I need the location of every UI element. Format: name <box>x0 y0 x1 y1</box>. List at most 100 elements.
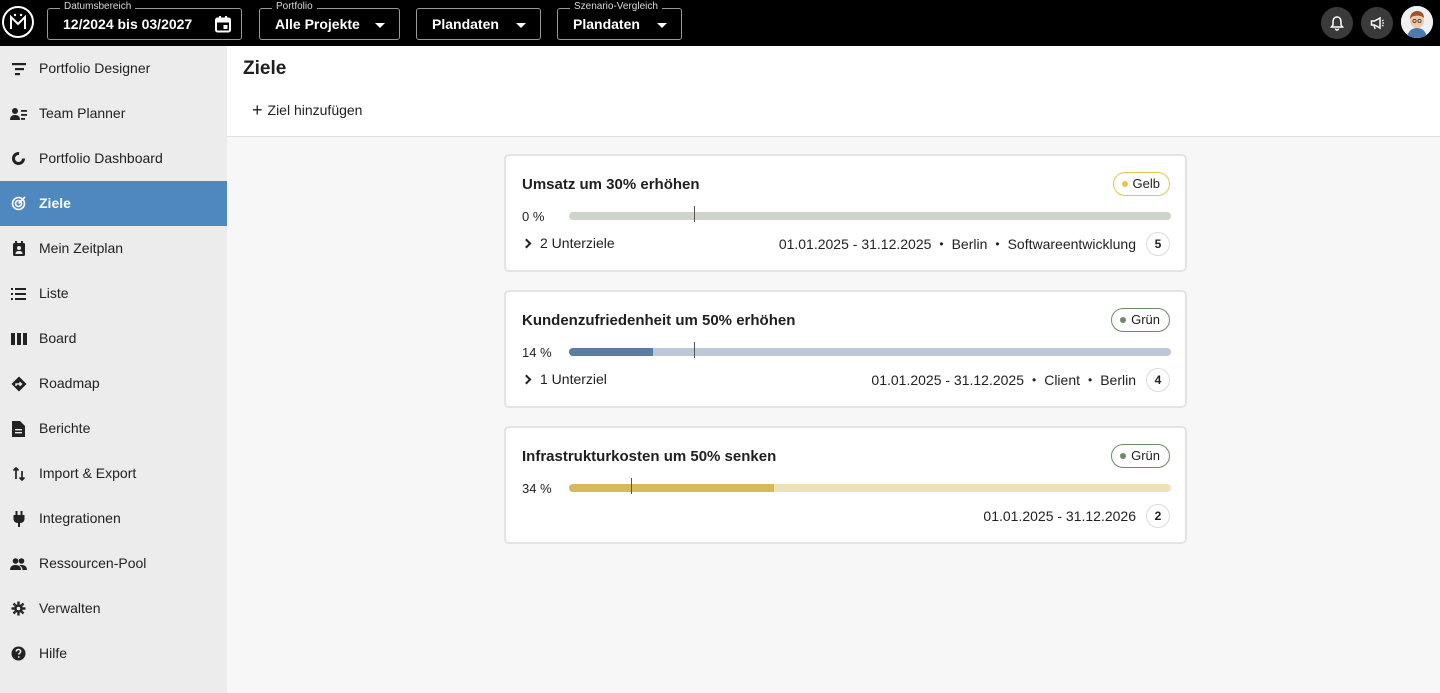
goal-card[interactable]: Kundenzufriedenheit um 50% erhöhen Grün … <box>504 290 1187 408</box>
date-range-field[interactable]: Datumsbereich 12/2024 bis 03/2027 <box>47 1 242 40</box>
roadmap-icon <box>10 375 27 392</box>
goal-date-range: 01.01.2025 - 31.12.2025 <box>871 372 1024 388</box>
portfolio-value: Alle Projekte <box>275 16 360 32</box>
sidebar-item-portfolio-designer[interactable]: Portfolio Designer <box>0 46 227 91</box>
status-dot <box>1120 317 1127 323</box>
chevron-down-icon <box>657 23 667 28</box>
subgoals-toggle[interactable]: 1 Unterziel <box>521 371 607 387</box>
target-icon <box>10 195 27 212</box>
sidebar-item-import-export[interactable]: Import & Export <box>0 451 227 496</box>
separator: • <box>1088 373 1093 387</box>
sidebar-item-label: Portfolio Dashboard <box>39 150 163 166</box>
goal-meta: 01.01.2025 - 31.12.2025 • Client • Berli… <box>871 372 1136 388</box>
progress-fill <box>569 484 774 492</box>
sidebar-item-roadmap[interactable]: Roadmap <box>0 361 227 406</box>
team-planner-icon <box>10 105 27 122</box>
scenario-value: Plandaten <box>573 16 640 32</box>
add-goal-button[interactable]: + Ziel hinzufügen <box>252 100 363 120</box>
chevron-right-icon <box>521 374 532 384</box>
status-badge: Gelb <box>1112 172 1170 196</box>
time-marker <box>631 478 632 494</box>
sidebar-item-label: Roadmap <box>39 375 100 391</box>
goal-card[interactable]: Infrastrukturkosten um 50% senken Grün 3… <box>504 426 1187 544</box>
separator: • <box>1032 373 1037 387</box>
data-select-value: Plandaten <box>432 16 499 32</box>
goal-tag: Berlin <box>1100 372 1136 388</box>
goal-card[interactable]: Umsatz um 30% erhöhen Gelb 0 % 2 Unterzi… <box>504 154 1187 272</box>
sidebar-item-verwalten[interactable]: Verwalten <box>0 586 227 631</box>
goal-meta: 01.01.2025 - 31.12.2026 <box>983 508 1136 524</box>
schedule-icon <box>10 240 27 257</box>
import-export-icon <box>10 465 27 482</box>
scenario-select[interactable]: Szenario-Vergleich Plandaten <box>557 1 682 40</box>
progress-bar <box>569 212 1171 220</box>
goal-tag: Softwareentwicklung <box>1007 236 1136 252</box>
sidebar-item-label: Liste <box>39 285 69 301</box>
subgoals-toggle[interactable]: 2 Unterziele <box>521 235 615 251</box>
chevron-down-icon <box>516 23 526 28</box>
app-logo[interactable] <box>2 6 34 38</box>
logo-icon <box>10 13 26 29</box>
help-icon <box>10 645 27 662</box>
sidebar-item-liste[interactable]: Liste <box>0 271 227 316</box>
goal-date-range: 01.01.2025 - 31.12.2025 <box>778 236 932 252</box>
chevron-down-icon <box>375 23 385 28</box>
main-header: Ziele + Ziel hinzufügen <box>227 46 1440 137</box>
goal-title: Kundenzufriedenheit um 50% erhöhen <box>522 312 796 329</box>
time-marker <box>693 342 695 358</box>
sidebar-item-integrationen[interactable]: Integrationen <box>0 496 227 541</box>
calendar-icon[interactable] <box>215 16 231 38</box>
dashboard-icon <box>10 150 27 167</box>
list-icon <box>10 285 27 302</box>
sidebar-item-label: Import & Export <box>39 465 137 481</box>
sidebar-item-label: Berichte <box>39 420 91 436</box>
sidebar: Portfolio Designer Team Planner Portfoli… <box>0 46 227 693</box>
portfolio-select[interactable]: Portfolio Alle Projekte <box>259 1 400 40</box>
date-range-label: Datumsbereich <box>60 1 136 13</box>
avatar-icon <box>1401 6 1433 38</box>
add-goal-label: Ziel hinzufügen <box>267 102 363 118</box>
announcements-button[interactable] <box>1361 7 1393 39</box>
goal-title: Infrastrukturkosten um 50% senken <box>522 448 777 465</box>
plug-icon <box>10 510 27 527</box>
page-title: Ziele <box>243 58 287 79</box>
sidebar-item-mein-zeitplan[interactable]: Mein Zeitplan <box>0 226 227 271</box>
sidebar-item-label: Mein Zeitplan <box>39 240 124 256</box>
status-dot <box>1121 181 1128 187</box>
megaphone-icon <box>1370 16 1384 30</box>
board-icon <box>10 330 27 347</box>
progress-percent: 34 % <box>522 481 552 496</box>
sidebar-item-berichte[interactable]: Berichte <box>0 406 227 451</box>
separator: • <box>995 237 1000 251</box>
chevron-right-icon <box>521 238 532 248</box>
sidebar-item-team-planner[interactable]: Team Planner <box>0 91 227 136</box>
sidebar-item-ressourcen-pool[interactable]: Ressourcen-Pool <box>0 541 227 586</box>
goal-count-badge: 5 <box>1146 232 1170 256</box>
progress-percent: 14 % <box>522 345 552 360</box>
sidebar-item-label: Board <box>39 330 77 346</box>
sidebar-item-ziele[interactable]: Ziele <box>0 181 227 226</box>
sidebar-item-label: Team Planner <box>39 105 126 121</box>
sidebar-item-portfolio-dashboard[interactable]: Portfolio Dashboard <box>0 136 227 181</box>
portfolio-label: Portfolio <box>272 1 317 13</box>
data-select[interactable]: Plandaten <box>416 8 541 40</box>
user-avatar[interactable] <box>1401 6 1433 38</box>
sidebar-item-label: Integrationen <box>39 510 121 526</box>
sidebar-item-label: Hilfe <box>39 645 68 661</box>
status-badge: Grün <box>1111 308 1170 332</box>
status-label: Gelb <box>1132 176 1160 191</box>
notifications-button[interactable] <box>1321 7 1353 39</box>
plus-icon: + <box>252 100 263 120</box>
goal-meta: 01.01.2025 - 31.12.2025 • Berlin • Softw… <box>779 236 1136 252</box>
sidebar-item-board[interactable]: Board <box>0 316 227 361</box>
sidebar-item-hilfe[interactable]: Hilfe <box>0 631 227 676</box>
portfolio-designer-icon <box>10 60 27 77</box>
time-marker <box>693 206 695 222</box>
sidebar-item-label: Ressourcen-Pool <box>39 555 147 571</box>
scenario-label: Szenario-Vergleich <box>570 1 662 13</box>
progress-percent: 0 % <box>522 209 545 224</box>
status-badge: Grün <box>1111 444 1170 468</box>
gear-icon <box>10 600 27 617</box>
goal-count-badge: 2 <box>1146 504 1170 528</box>
status-label: Grün <box>1131 312 1160 327</box>
